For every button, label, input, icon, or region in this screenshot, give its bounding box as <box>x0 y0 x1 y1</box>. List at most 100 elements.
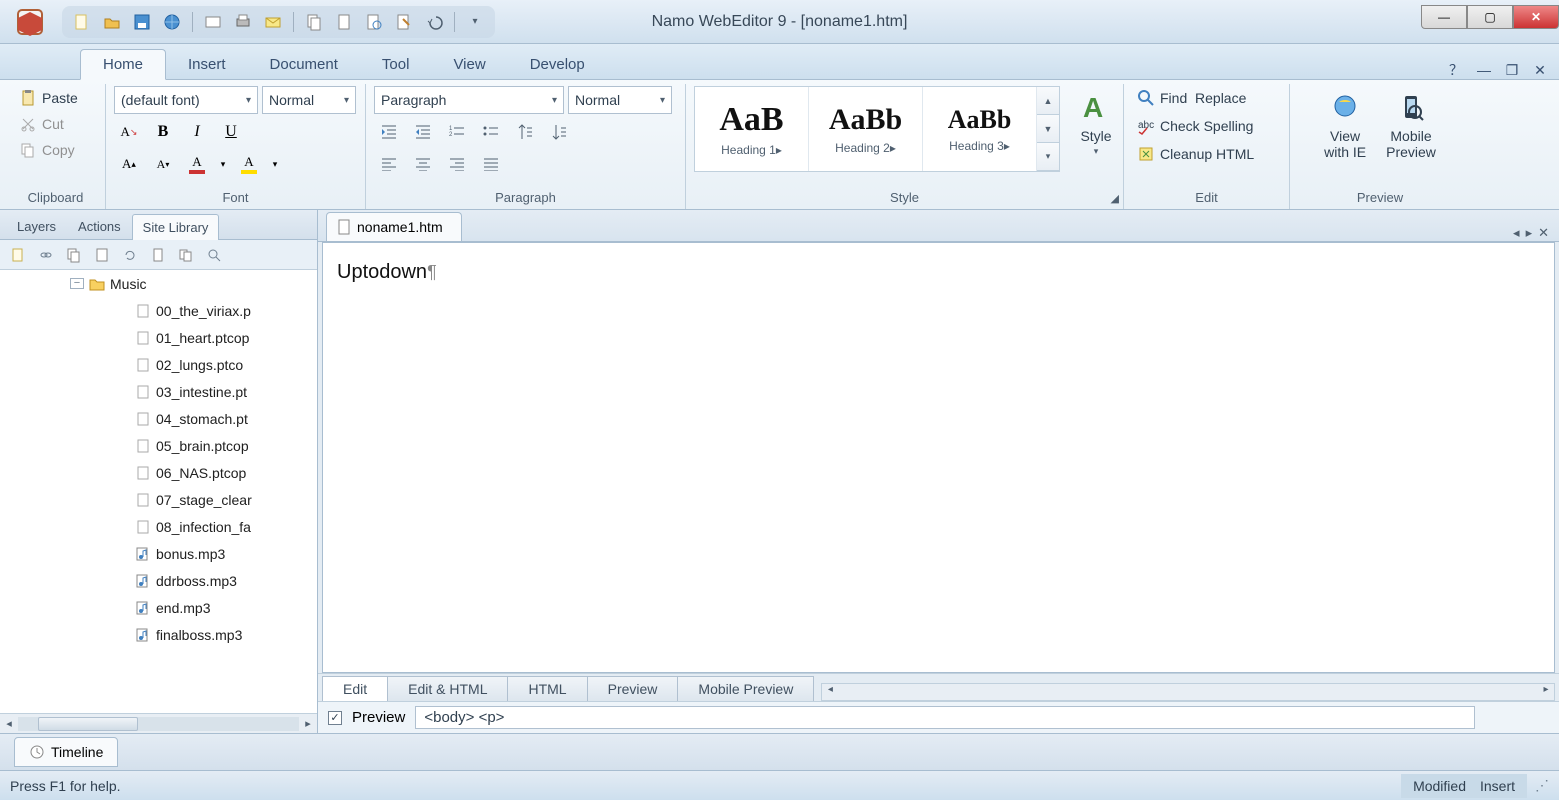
resize-grip-icon[interactable]: ⋰ <box>1535 777 1549 794</box>
mobile-preview-button[interactable]: Mobile Preview <box>1380 86 1442 164</box>
qat-dropdown-icon[interactable]: ▾ <box>461 8 489 36</box>
tree-file[interactable]: ddrboss.mp3 <box>0 567 317 594</box>
grow-font-icon[interactable]: A▴ <box>114 150 144 178</box>
ribbon-tab-home[interactable]: Home <box>80 49 166 80</box>
scroll-left-icon[interactable]: ◂ <box>0 717 18 730</box>
lib-search-icon[interactable] <box>202 243 226 267</box>
lib-docs-icon[interactable] <box>174 243 198 267</box>
lib-refresh-icon[interactable] <box>118 243 142 267</box>
tree-hscrollbar[interactable]: ◂ ▸ <box>0 713 317 733</box>
style-heading1[interactable]: AaB Heading 1▸ <box>695 87 809 171</box>
tree-file[interactable]: bonus.mp3 <box>0 540 317 567</box>
paragraph-size-combo[interactable]: Normal▾ <box>568 86 672 114</box>
ribbon-tab-insert[interactable]: Insert <box>166 50 248 79</box>
line-spacing-up-icon[interactable] <box>510 118 540 146</box>
tree-file[interactable]: 05_brain.ptcop <box>0 432 317 459</box>
tab-next-icon[interactable]: ▸ <box>1526 225 1533 241</box>
collapse-icon[interactable]: − <box>70 278 84 289</box>
outdent-icon[interactable] <box>374 118 404 146</box>
undo-icon[interactable] <box>420 8 448 36</box>
mail-icon[interactable] <box>259 8 287 36</box>
tree-file[interactable]: 06_NAS.ptcop <box>0 459 317 486</box>
paragraph-style-combo[interactable]: Paragraph▾ <box>374 86 564 114</box>
tree-file[interactable]: 07_stage_clear <box>0 486 317 513</box>
spell-check-button[interactable]: abc Check Spelling <box>1132 114 1257 138</box>
new-icon[interactable] <box>68 8 96 36</box>
cut-button[interactable]: Cut <box>14 112 68 136</box>
editor-canvas[interactable]: Uptodown¶ <box>322 242 1555 673</box>
highlight-caret-icon[interactable]: ▾ <box>268 150 282 178</box>
tree-folder-music[interactable]: − Music <box>0 270 317 297</box>
ribbon-tab-document[interactable]: Document <box>248 50 360 79</box>
tree-file[interactable]: 02_lungs.ptco <box>0 351 317 378</box>
tab-close-icon[interactable]: ✕ <box>1538 225 1549 241</box>
cleanup-html-button[interactable]: Cleanup HTML <box>1132 142 1258 166</box>
highlight-icon[interactable]: A <box>234 150 264 178</box>
mode-tab-preview[interactable]: Preview <box>587 676 679 701</box>
shrink-font-icon[interactable]: A▾ <box>148 150 178 178</box>
browser-icon[interactable] <box>158 8 186 36</box>
single-doc-icon[interactable] <box>330 8 358 36</box>
timeline-tab[interactable]: Timeline <box>14 737 118 767</box>
panel-tab-layers[interactable]: Layers <box>6 213 67 239</box>
font-family-combo[interactable]: (default font)▾ <box>114 86 258 114</box>
minimize-button[interactable]: — <box>1421 5 1467 29</box>
preview-checkbox[interactable]: ✓ <box>328 711 342 725</box>
style-scroll-up-icon[interactable]: ▲ <box>1037 87 1059 115</box>
close-button[interactable]: ✕ <box>1513 5 1559 29</box>
maximize-button[interactable]: ▢ <box>1467 5 1513 29</box>
lib-new-icon[interactable] <box>6 243 30 267</box>
mode-tab-mobile-preview[interactable]: Mobile Preview <box>677 676 814 701</box>
style-scroll-down-icon[interactable]: ▼ <box>1037 115 1059 143</box>
lib-paste-icon[interactable] <box>90 243 114 267</box>
style-heading3[interactable]: AaBb Heading 3▸ <box>923 87 1037 171</box>
lib-doc-icon[interactable] <box>146 243 170 267</box>
open-icon[interactable] <box>98 8 126 36</box>
preview-icon[interactable] <box>199 8 227 36</box>
scroll-thumb[interactable] <box>38 717 138 731</box>
bullet-list-icon[interactable] <box>476 118 506 146</box>
file-tree[interactable]: − Music 00_the_viriax.p01_heart.ptcop02_… <box>0 270 317 713</box>
ribbon-tab-develop[interactable]: Develop <box>508 50 607 79</box>
clear-format-icon[interactable]: A↘ <box>114 118 144 146</box>
print-icon[interactable] <box>229 8 257 36</box>
view-with-ie-button[interactable]: View with IE <box>1318 86 1372 164</box>
edit-doc-icon[interactable] <box>390 8 418 36</box>
bold-icon[interactable]: B <box>148 118 178 146</box>
lib-copy-icon[interactable] <box>62 243 86 267</box>
help-icon[interactable]: ？ <box>1447 61 1465 79</box>
tree-file[interactable]: 04_stomach.pt <box>0 405 317 432</box>
editor-hscrollbar[interactable]: ◂ ▸ <box>821 683 1555 701</box>
mode-tab-edit[interactable]: Edit <box>322 676 388 701</box>
copy-button[interactable]: Copy <box>14 138 79 162</box>
underline-icon[interactable]: U <box>216 118 246 146</box>
line-spacing-down-icon[interactable] <box>544 118 574 146</box>
style-dialog-launcher-icon[interactable]: ◢ <box>1111 192 1119 205</box>
panel-tab-actions[interactable]: Actions <box>67 213 132 239</box>
numbered-list-icon[interactable]: 12 <box>442 118 472 146</box>
lib-link-icon[interactable] <box>34 243 58 267</box>
align-left-icon[interactable] <box>374 150 404 178</box>
style-more-icon[interactable]: ▾ <box>1037 143 1059 171</box>
ribbon-tab-tool[interactable]: Tool <box>360 50 432 79</box>
document-text[interactable]: Uptodown <box>337 261 427 283</box>
tree-file[interactable]: finalboss.mp3 <box>0 621 317 648</box>
tree-file[interactable]: 01_heart.ptcop <box>0 324 317 351</box>
find-replace-button[interactable]: Find Replace <box>1132 86 1250 110</box>
indent-icon[interactable] <box>408 118 438 146</box>
mdi-restore-icon[interactable]: ❐ <box>1503 61 1521 79</box>
tab-prev-icon[interactable]: ◂ <box>1513 225 1520 241</box>
mode-tab-edit-html[interactable]: Edit & HTML <box>387 676 508 701</box>
font-size-combo[interactable]: Normal▾ <box>262 86 356 114</box>
paste-button[interactable]: Paste <box>14 86 82 110</box>
document-tab[interactable]: noname1.htm <box>326 212 462 241</box>
ribbon-tab-view[interactable]: View <box>431 50 507 79</box>
italic-icon[interactable]: I <box>182 118 212 146</box>
save-icon[interactable] <box>128 8 156 36</box>
font-color-caret-icon[interactable]: ▾ <box>216 150 230 178</box>
align-center-icon[interactable] <box>408 150 438 178</box>
style-button[interactable]: A Style ▾ <box>1072 86 1120 161</box>
tree-file[interactable]: end.mp3 <box>0 594 317 621</box>
font-color-icon[interactable]: A <box>182 150 212 178</box>
tree-file[interactable]: 00_the_viriax.p <box>0 297 317 324</box>
